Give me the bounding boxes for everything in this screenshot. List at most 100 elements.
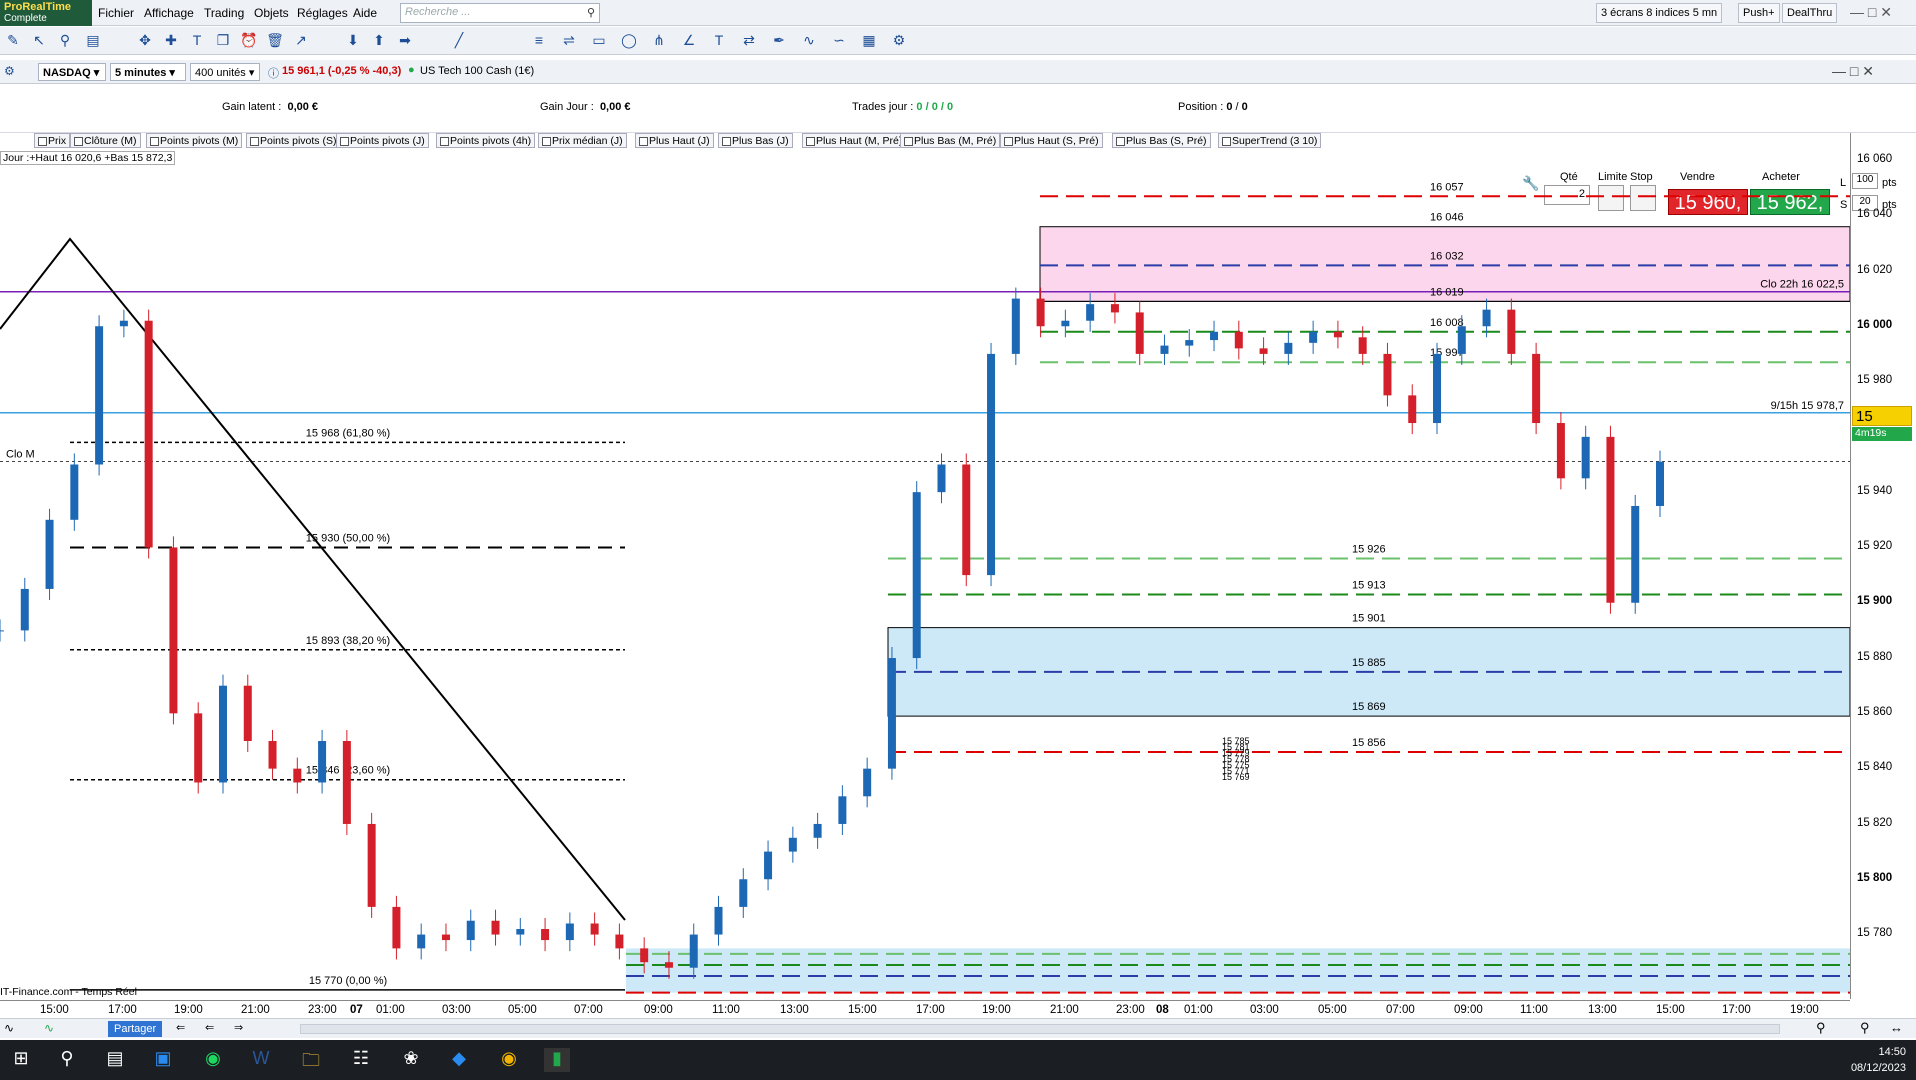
rectangle-icon[interactable]: ▭: [590, 31, 608, 49]
market-select[interactable]: NASDAQ ▾: [38, 63, 106, 81]
word-icon[interactable]: W: [248, 1048, 274, 1072]
y-tick-label: 16 040: [1857, 208, 1893, 221]
ruler-icon[interactable]: ▤: [84, 31, 102, 49]
indicator-chip[interactable]: Plus Haut (M, Pré): [802, 133, 907, 148]
trendline-icon[interactable]: ╱: [450, 31, 468, 49]
x-axis[interactable]: 15:00 17:00 19:00 21:00 23:00 07 01:00 03:00 05:…: [0, 1000, 1850, 1018]
pencil-icon[interactable]: ✎: [4, 31, 22, 49]
chart-type-icon[interactable]: ∿: [4, 1021, 14, 1035]
zoom-in-icon[interactable]: ⚲: [1860, 1020, 1870, 1036]
window-controls-icon[interactable]: — □ ✕: [1850, 4, 1892, 21]
app-icon[interactable]: ◆: [446, 1048, 472, 1072]
chart-window-controls-icon[interactable]: — □ ✕: [1832, 63, 1874, 80]
indicator-chip[interactable]: Points pivots (4h): [436, 133, 536, 148]
calculator-icon[interactable]: ☷: [348, 1048, 374, 1072]
chrome-icon[interactable]: ◉: [496, 1048, 522, 1072]
y-tick-label: 15 920: [1857, 540, 1893, 553]
indicator-chip[interactable]: Points pivots (M): [146, 133, 243, 148]
indicator-chip[interactable]: Plus Haut (J): [635, 133, 714, 148]
x-tick-label: 11:00: [712, 1004, 740, 1016]
pitchfork-icon[interactable]: ⋔: [650, 31, 668, 49]
share-button[interactable]: Partager: [108, 1021, 163, 1037]
search-taskbar-icon[interactable]: ⚲: [54, 1048, 80, 1072]
zoom-out-icon[interactable]: ⚲: [1816, 1020, 1826, 1036]
fibonacci-icon[interactable]: ≡: [530, 31, 548, 49]
ellipse-icon[interactable]: ◯: [620, 31, 638, 49]
timeframe-select[interactable]: 5 minutes ▾: [110, 63, 186, 81]
settings-icon[interactable]: ⚙: [890, 31, 908, 49]
link-icon[interactable]: ⚙: [4, 64, 15, 78]
units-select[interactable]: 400 unités ▾: [190, 63, 260, 81]
indicator-chip[interactable]: Points pivots (J): [336, 133, 429, 148]
zoom-icon[interactable]: ⚲: [56, 31, 74, 49]
y-tick-label: 15 800: [1857, 871, 1893, 884]
x-tick-label: 05:00: [508, 1004, 537, 1016]
system-clock[interactable]: 14:50 08/12/2023: [1851, 1044, 1906, 1076]
menu-affichage[interactable]: Affichage: [144, 6, 194, 20]
indicator-chip[interactable]: Clôture (M): [70, 133, 141, 148]
layout-selector[interactable]: 3 écrans 8 indices 5 mn: [1596, 3, 1723, 23]
push-button[interactable]: Push+: [1738, 3, 1780, 23]
arrow-down-icon[interactable]: ⬇: [344, 31, 362, 49]
y-axis[interactable]: 16 06016 04016 02016 00015 98015 96015 9…: [1850, 133, 1916, 999]
gain-jour: Gain Jour : 0,00 €: [540, 101, 631, 113]
indicator-chip[interactable]: Prix: [34, 133, 71, 148]
indicator-chip[interactable]: Prix médian (J): [538, 133, 627, 148]
spotify-icon[interactable]: ◉: [200, 1048, 226, 1072]
move-icon[interactable]: ✥: [136, 31, 154, 49]
prorealtime-taskbar-icon[interactable]: ▮: [544, 1048, 570, 1072]
label-icon[interactable]: T: [710, 31, 728, 49]
indicator-chip[interactable]: Points pivots (S): [246, 133, 341, 148]
explorer-icon[interactable]: 🗀: [298, 1048, 324, 1072]
y-tick-label: 15 940: [1857, 484, 1893, 497]
text-icon[interactable]: T: [188, 31, 206, 49]
search-input[interactable]: Recherche ... ⚲: [400, 3, 600, 23]
trash-icon[interactable]: 🗑: [266, 31, 284, 49]
candle-body: [1284, 342, 1293, 354]
indicator-chip[interactable]: Plus Haut (S, Pré): [1000, 133, 1103, 148]
x-tick-label: 07:00: [574, 1004, 603, 1016]
gann-icon[interactable]: ∠: [680, 31, 698, 49]
nav-prev-icon[interactable]: ⇐: [205, 1021, 214, 1034]
candle-body: [764, 851, 773, 880]
price-chart[interactable]: 15 968 (61,80 %) 15 930 (50,00 %) 15 893 (…: [0, 133, 1850, 999]
cursor-icon[interactable]: ↖: [30, 31, 48, 49]
search-icon[interactable]: ⚲: [587, 6, 595, 19]
measure-icon[interactable]: ⇄: [740, 31, 758, 49]
paint-icon[interactable]: ❀: [398, 1048, 424, 1072]
x-tick-label: 15:00: [848, 1004, 877, 1016]
task-view-icon[interactable]: ▤: [102, 1048, 128, 1072]
wave-icon[interactable]: ∽: [830, 31, 848, 49]
store-icon[interactable]: ▣: [150, 1048, 176, 1072]
menu-objets[interactable]: Objets: [254, 6, 289, 20]
info-icon[interactable]: ⓘ: [268, 65, 279, 81]
expand-icon[interactable]: ↔: [1890, 1020, 1903, 1035]
menu-aide[interactable]: Aide: [353, 6, 377, 20]
alarm-icon[interactable]: ⏰: [240, 31, 258, 49]
copy-icon[interactable]: ❐: [214, 31, 232, 49]
crosshair-icon[interactable]: ✚: [162, 31, 180, 49]
indicator-chip[interactable]: SuperTrend (3 10): [1218, 133, 1322, 148]
pen-icon[interactable]: ✒: [770, 31, 788, 49]
indicator-chip[interactable]: Plus Bas (M, Pré): [900, 133, 1001, 148]
candle-body: [218, 685, 227, 783]
menu-fichier[interactable]: Fichier: [98, 6, 134, 20]
arrow-right-icon[interactable]: ➡: [396, 31, 414, 49]
nav-first-icon[interactable]: ⇐: [176, 1021, 185, 1034]
menu-trading[interactable]: Trading: [204, 6, 244, 20]
horizontal-scrollbar[interactable]: [300, 1024, 1780, 1034]
nav-play-icon[interactable]: ⇒: [234, 1021, 243, 1034]
x-tick-label: 01:00: [1184, 1004, 1213, 1016]
polyline-icon[interactable]: ∿: [800, 31, 818, 49]
windows-start-icon[interactable]: ⊞: [8, 1048, 34, 1072]
grid-icon[interactable]: ▦: [860, 31, 878, 49]
indicator-chip[interactable]: Plus Bas (J): [718, 133, 793, 148]
indicator-chip[interactable]: Plus Bas (S, Pré): [1112, 133, 1211, 148]
indicator-icon[interactable]: ∿: [44, 1021, 54, 1035]
line-icon[interactable]: ↗: [292, 31, 310, 49]
channel-icon[interactable]: ⇌: [560, 31, 578, 49]
candle-body: [912, 492, 921, 659]
menu-reglages[interactable]: Réglages: [297, 6, 348, 20]
dealthru-button[interactable]: DealThru: [1782, 3, 1838, 23]
arrow-up-icon[interactable]: ⬆: [370, 31, 388, 49]
